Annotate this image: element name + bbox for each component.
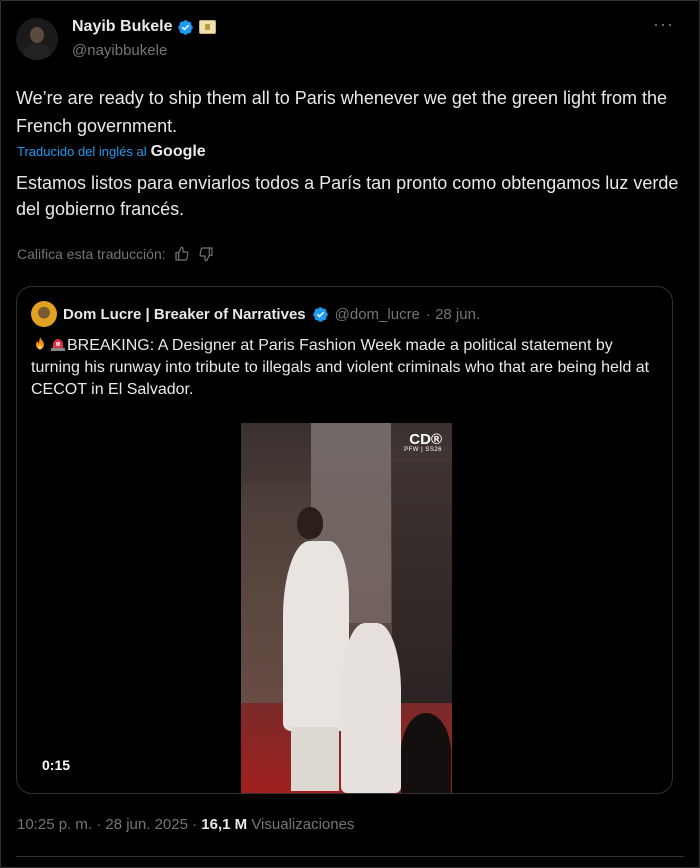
quoted-tweet-text: BREAKING: A Designer at Paris Fashion We… [31, 335, 661, 401]
translated-text: Estamos listos para enviarlos todos a Pa… [16, 173, 679, 219]
quoted-author-name[interactable]: Dom Lucre | Breaker of Narratives [63, 306, 306, 323]
tweet-meta: 10:25 p. m. · 28 jun. 2025 · 16,1 M Visu… [17, 816, 354, 833]
author-avatar[interactable] [16, 18, 58, 60]
quoted-tweet-body: BREAKING: A Designer at Paris Fashion We… [31, 337, 650, 398]
siren-emoji-icon [51, 339, 65, 351]
google-logo: Google [150, 143, 206, 160]
tweet-timestamp[interactable]: 10:25 p. m. · 28 jun. 2025 · [17, 816, 201, 833]
quoted-author-handle[interactable]: @dom_lucre [335, 306, 420, 323]
more-options-icon[interactable]: ··· [653, 14, 674, 35]
affiliation-badge-icon[interactable] [199, 20, 217, 34]
rate-translation-label: Califica esta traducción: [17, 246, 166, 262]
video-brand-logo: CD® [409, 431, 442, 448]
video-brand-subtitle: PFW | SS26 [404, 447, 442, 453]
divider [16, 856, 684, 857]
quoted-author-avatar[interactable] [31, 301, 57, 327]
video-duration: 0:15 [42, 757, 71, 773]
verified-badge-icon[interactable] [177, 19, 194, 36]
author-display-name[interactable]: Nayib Bukele [72, 18, 172, 36]
video-bg-audience-right [392, 463, 452, 723]
model-robe [283, 541, 349, 731]
thumbs-up-icon[interactable] [174, 246, 190, 262]
rate-translation: Califica esta traducción: [17, 246, 214, 262]
quoted-verified-badge-icon [312, 306, 328, 322]
thumbs-down-icon[interactable] [198, 246, 214, 262]
quoted-tweet-header: Dom Lucre | Breaker of Narratives @dom_l… [31, 301, 480, 327]
avatar-face [30, 27, 44, 43]
quoted-tweet-date[interactable]: · 28 jun. [426, 306, 480, 323]
author-name-row: Nayib Bukele [72, 18, 217, 36]
model-head [297, 507, 323, 539]
video-player[interactable]: CD® PFW | SS26 [241, 423, 452, 793]
views-label: Visualizaciones [251, 816, 355, 833]
author-handle[interactable]: @nayibbukele [72, 42, 167, 59]
avatar-body [23, 43, 51, 60]
video-model-second [341, 623, 401, 793]
model-legs [291, 727, 339, 791]
quoted-tweet[interactable]: Dom Lucre | Breaker of Narratives @dom_l… [16, 286, 673, 794]
fire-emoji-icon [36, 337, 44, 350]
translated-label[interactable]: Traducido del inglés al [17, 144, 147, 159]
translation-attribution: Traducido del inglés al Google [17, 143, 206, 161]
views-count: 16,1 M [201, 816, 248, 833]
video-foreground-head [401, 713, 451, 793]
tweet-text: We’re are ready to ship them all to Pari… [16, 88, 667, 136]
